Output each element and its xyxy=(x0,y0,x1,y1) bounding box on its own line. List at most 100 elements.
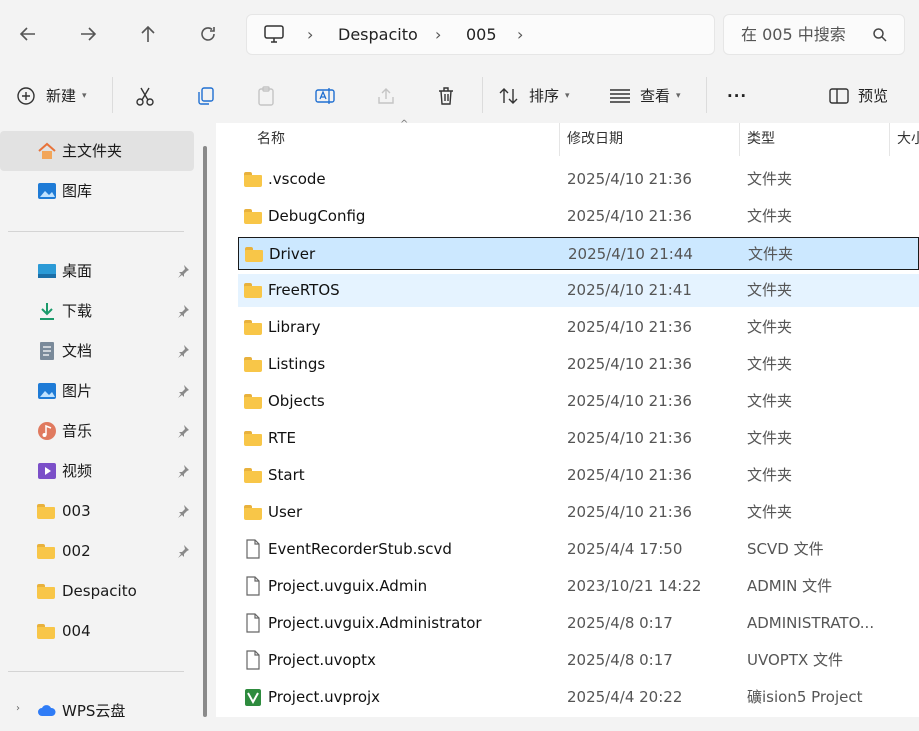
sidebar-item-002[interactable]: 002 xyxy=(0,531,194,571)
sidebar-item-downloads[interactable]: 下载 xyxy=(0,291,194,331)
file-type: 文件夹 xyxy=(747,170,793,188)
more-options-button[interactable]: ··· xyxy=(727,68,747,123)
file-name: .vscode xyxy=(268,170,326,188)
sidebar-item-desktop[interactable]: 桌面 xyxy=(0,251,194,291)
forward-button[interactable] xyxy=(70,16,106,52)
cut-button[interactable] xyxy=(134,68,156,123)
file-row[interactable]: User 2025/4/10 21:36 文件夹 xyxy=(238,496,919,529)
sidebar-item-label: WPS云盘 xyxy=(62,702,126,720)
file-row[interactable]: FreeRTOS 2025/4/10 21:41 文件夹 xyxy=(238,274,919,307)
new-button[interactable]: 新建 ▾ xyxy=(16,68,87,123)
toolbar-divider xyxy=(112,77,113,113)
address-bar[interactable]: › Despacito › 005 › xyxy=(246,14,715,55)
file-icon xyxy=(246,650,260,670)
folder-icon xyxy=(244,209,262,224)
column-header-type[interactable]: 类型 xyxy=(747,123,775,156)
clipboard-icon xyxy=(258,85,274,106)
breadcrumb-despacito[interactable]: Despacito xyxy=(338,15,418,54)
column-divider[interactable] xyxy=(889,123,890,156)
search-box[interactable]: 在 005 中搜索 xyxy=(723,14,905,55)
document-icon xyxy=(40,342,54,360)
folder-icon xyxy=(244,172,262,187)
pin-icon[interactable] xyxy=(176,344,190,358)
trash-icon xyxy=(439,86,453,105)
sidebar-item-videos[interactable]: 视频 xyxy=(0,451,194,491)
sidebar-item-pictures[interactable]: 图片 xyxy=(0,371,194,411)
file-name: EventRecorderStub.scvd xyxy=(268,540,452,558)
pin-icon[interactable] xyxy=(176,504,190,518)
sort-label: 排序 xyxy=(529,87,560,105)
sidebar-item-documents[interactable]: 文档 xyxy=(0,331,194,371)
chevron-right-icon[interactable]: › xyxy=(517,15,523,54)
pin-icon[interactable] xyxy=(176,264,190,278)
column-header-date[interactable]: 修改日期 xyxy=(567,123,623,156)
preview-button[interactable]: 预览 xyxy=(829,68,888,123)
file-date: 2025/4/8 0:17 xyxy=(567,651,673,669)
sidebar-item-003[interactable]: 003 xyxy=(0,491,194,531)
sort-button[interactable]: 排序 ▾ xyxy=(498,68,570,123)
file-row[interactable]: RTE 2025/4/10 21:36 文件夹 xyxy=(238,422,919,455)
file-row[interactable]: Objects 2025/4/10 21:36 文件夹 xyxy=(238,385,919,418)
file-name: Project.uvoptx xyxy=(268,651,376,669)
sidebar-item-music[interactable]: 音乐 xyxy=(0,411,194,451)
refresh-button[interactable] xyxy=(190,16,226,52)
file-row[interactable]: Driver 2025/4/10 21:44 文件夹 xyxy=(238,237,919,270)
sidebar-item-label: 主文件夹 xyxy=(62,142,123,160)
up-button[interactable] xyxy=(130,16,166,52)
share-button[interactable] xyxy=(375,68,397,123)
file-row[interactable]: Project.uvoptx 2025/4/8 0:17 UVOPTX 文件 xyxy=(238,644,919,677)
chevron-right-icon[interactable]: › xyxy=(307,15,313,54)
sidebar-item-gallery[interactable]: 图库 xyxy=(0,171,194,211)
paste-button[interactable] xyxy=(255,68,277,123)
file-date: 2025/4/10 21:36 xyxy=(567,466,692,484)
sidebar-item-wps-cloud[interactable]: › WPS云盘 xyxy=(0,691,194,731)
file-type: SCVD 文件 xyxy=(747,540,824,558)
chevron-right-icon[interactable]: › xyxy=(435,15,441,54)
video-icon xyxy=(38,463,56,479)
sidebar-item-004[interactable]: 004 xyxy=(0,611,194,651)
view-button[interactable]: 查看 ▾ xyxy=(609,68,681,123)
sidebar-item-label: 004 xyxy=(62,622,91,640)
rename-icon xyxy=(315,87,335,104)
file-date: 2025/4/10 21:36 xyxy=(567,503,692,521)
file-date: 2025/4/10 21:36 xyxy=(567,429,692,447)
keil-project-icon xyxy=(245,689,261,706)
file-row[interactable]: Project.uvguix.Admin 2023/10/21 14:22 ADMI… xyxy=(238,570,919,603)
file-row[interactable]: Start 2025/4/10 21:36 文件夹 xyxy=(238,459,919,492)
file-type: 文件夹 xyxy=(747,466,793,484)
file-row[interactable]: EventRecorderStub.scvd 2025/4/4 17:50 SCVD… xyxy=(238,533,919,566)
view-label: 查看 xyxy=(640,87,671,105)
sidebar-item-home[interactable]: 主文件夹 xyxy=(0,131,194,171)
rename-button[interactable] xyxy=(314,68,336,123)
chevron-down-icon: ▾ xyxy=(82,90,87,101)
search-input[interactable]: 在 005 中搜索 xyxy=(741,15,846,54)
file-row[interactable]: Library 2025/4/10 21:36 文件夹 xyxy=(238,311,919,344)
delete-button[interactable] xyxy=(435,68,457,123)
back-button[interactable] xyxy=(10,16,46,52)
sidebar-item-despacito[interactable]: Despacito xyxy=(0,571,194,611)
file-row[interactable]: Project.uvguix.Administrator 2025/4/8 0:1… xyxy=(238,607,919,640)
file-row[interactable]: Project.uvprojx 2025/4/4 20:22 礦ision5 Pro… xyxy=(238,681,919,714)
sidebar-scrollbar-thumb[interactable] xyxy=(203,146,207,717)
file-row[interactable]: DebugConfig 2025/4/10 21:36 文件夹 xyxy=(238,200,919,233)
sort-ascending-icon: ^ xyxy=(400,119,409,130)
pin-icon[interactable] xyxy=(176,424,190,438)
column-divider[interactable] xyxy=(559,123,560,156)
file-row[interactable]: Listings 2025/4/10 21:36 文件夹 xyxy=(238,348,919,381)
file-type: 文件夹 xyxy=(747,207,793,225)
pin-icon[interactable] xyxy=(176,544,190,558)
pin-icon[interactable] xyxy=(176,384,190,398)
folder-icon xyxy=(244,431,262,446)
pin-icon[interactable] xyxy=(176,464,190,478)
copy-button[interactable] xyxy=(195,68,217,123)
file-row[interactable]: .vscode 2025/4/10 21:36 文件夹 xyxy=(238,163,919,196)
column-header-size[interactable]: 大小 xyxy=(897,123,919,156)
column-header-name[interactable]: 名称 xyxy=(257,123,285,156)
pin-icon[interactable] xyxy=(176,304,190,318)
chevron-right-icon[interactable]: › xyxy=(16,703,20,714)
breadcrumb-005[interactable]: 005 xyxy=(466,15,497,54)
refresh-icon xyxy=(201,27,215,41)
sidebar-item-label: 003 xyxy=(62,502,91,520)
column-divider[interactable] xyxy=(739,123,740,156)
view-list-icon xyxy=(610,88,630,103)
